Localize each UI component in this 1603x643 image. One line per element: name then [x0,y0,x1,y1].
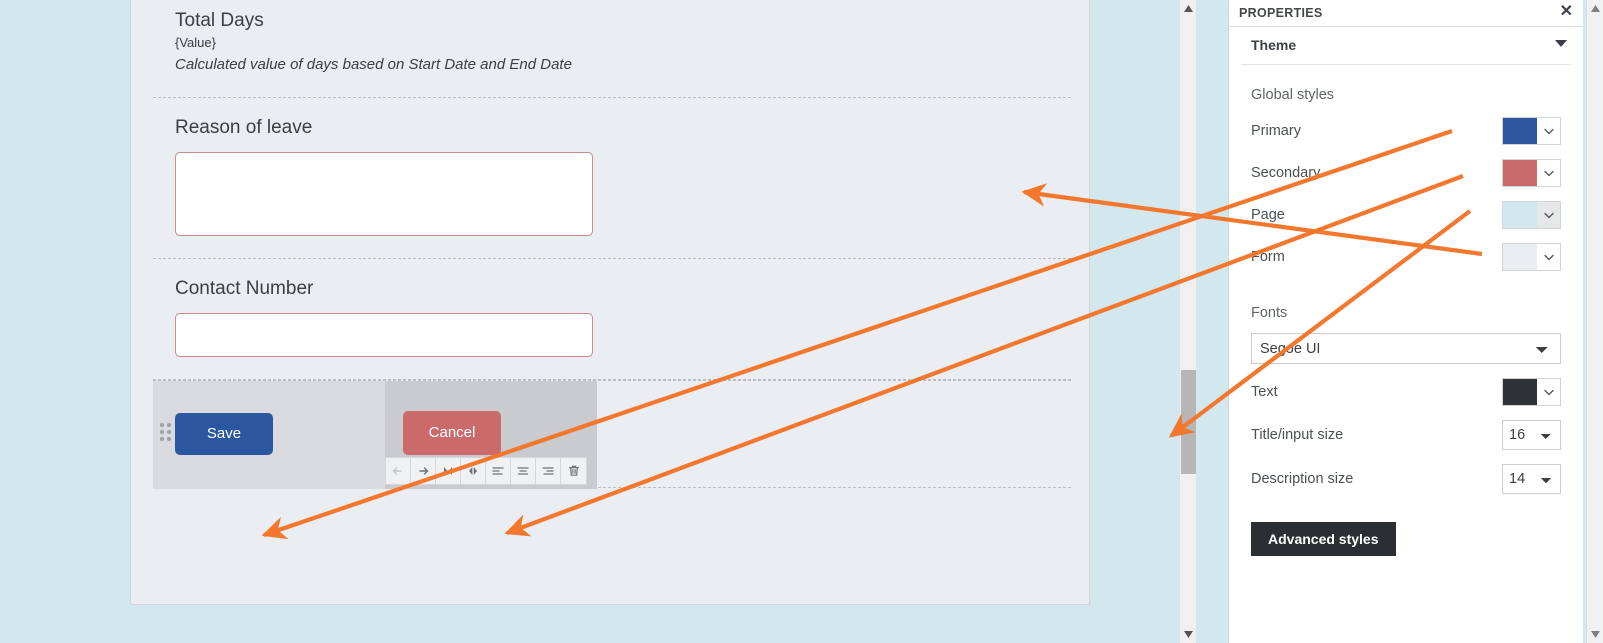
title-input-size-select[interactable]: 16 [1502,420,1561,450]
primary-color-label: Primary [1251,123,1301,139]
fonts-label: Fonts [1251,305,1288,321]
row-title-input-size: Title/input size 16 [1251,420,1561,450]
cancel-button[interactable]: Cancel [403,410,501,455]
field-value-token: {Value} [175,34,216,50]
cancel-button-cell[interactable]: Cancel [385,380,597,489]
field-title: Contact Number [175,278,314,300]
chevron-down-icon[interactable] [1537,118,1560,144]
form-fields-container: Total Days {Value} Calculated value of d… [153,0,1071,489]
description-size-select[interactable]: 14 [1502,464,1561,494]
canvas-scrollbar-thumb[interactable] [1181,370,1196,474]
row-text-color: Text [1251,378,1561,406]
text-color-swatch[interactable] [1503,379,1537,405]
reason-of-leave-input[interactable] [175,152,593,237]
row-primary-color: Primary [1251,117,1561,145]
primary-color-picker[interactable] [1502,117,1561,145]
scroll-up-icon[interactable] [1587,0,1603,17]
field-total-days[interactable]: Total Days {Value} Calculated value of d… [153,0,1071,99]
delete-icon[interactable] [561,457,586,484]
secondary-color-swatch[interactable] [1503,160,1537,186]
canvas-scrollbar[interactable] [1179,0,1196,643]
global-styles-label: Global styles [1251,87,1335,103]
theme-section-header[interactable]: Theme [1241,27,1571,65]
align-center-icon[interactable] [511,457,536,484]
secondary-color-label: Secondary [1251,165,1321,181]
chevron-down-icon[interactable] [1537,202,1560,228]
chevron-down-icon[interactable] [1537,244,1560,270]
title-input-size-label: Title/input size [1251,427,1344,443]
page-color-picker[interactable] [1502,201,1561,229]
form-button-row: Save Cancel [153,379,1071,489]
form-surface: Total Days {Value} Calculated value of d… [130,0,1090,605]
page-color-swatch[interactable] [1503,202,1537,228]
save-button[interactable]: Save [175,412,273,455]
form-color-swatch[interactable] [1503,244,1537,270]
drag-handle-icon[interactable] [159,419,171,445]
field-contact-number[interactable]: Contact Number [153,259,1071,380]
field-title: Total Days [175,10,264,31]
row-form-color: Form [1251,243,1561,271]
font-family-select[interactable]: Segoe UI [1251,333,1561,364]
text-color-label: Text [1251,384,1278,400]
chevron-down-icon[interactable] [1537,160,1560,186]
text-color-picker[interactable] [1502,378,1561,406]
row-description-size: Description size 14 [1251,464,1561,494]
expand-width-icon[interactable] [461,457,486,484]
secondary-color-picker[interactable] [1502,159,1561,187]
page-title: PROPERTIES [1239,6,1323,20]
align-right-icon[interactable] [536,457,561,484]
save-button-cell[interactable]: Save [153,380,385,489]
form-builder-screen: Total Days {Value} Calculated value of d… [0,0,1603,643]
scroll-up-icon[interactable] [1180,0,1197,17]
close-icon[interactable]: ✕ [1560,3,1573,21]
field-reason-of-leave[interactable]: Reason of leave [153,98,1071,260]
advanced-styles-button[interactable]: Advanced styles [1251,522,1396,556]
contact-number-input[interactable] [175,312,593,357]
properties-panel: PROPERTIES ✕ Theme Global styles Primary [1228,0,1583,643]
align-left-icon[interactable] [486,457,511,484]
collapse-width-icon[interactable] [436,457,461,484]
element-toolbar[interactable] [385,456,587,485]
primary-color-swatch[interactable] [1503,118,1537,144]
row-secondary-color: Secondary [1251,159,1561,187]
move-right-icon[interactable] [411,457,436,484]
browser-scrollbar[interactable] [1586,0,1603,643]
properties-header: PROPERTIES ✕ [1229,0,1583,27]
move-left-icon[interactable] [386,457,411,484]
scroll-down-icon[interactable] [1587,626,1603,643]
field-description: Calculated value of days based on Start … [175,55,572,73]
scroll-down-icon[interactable] [1180,626,1197,643]
theme-section-label: Theme [1251,37,1297,53]
page-canvas: Total Days {Value} Calculated value of d… [0,0,1196,643]
chevron-down-icon[interactable] [1537,379,1560,405]
properties-body: Global styles Primary Secondary Page For… [1229,65,1583,556]
page-color-label: Page [1251,207,1285,223]
form-color-picker[interactable] [1502,243,1561,271]
field-title: Reason of leave [175,117,313,139]
chevron-down-icon[interactable] [1555,40,1567,47]
form-color-label: Form [1251,249,1285,265]
row-page-color: Page [1251,201,1561,229]
description-size-label: Description size [1251,471,1354,487]
